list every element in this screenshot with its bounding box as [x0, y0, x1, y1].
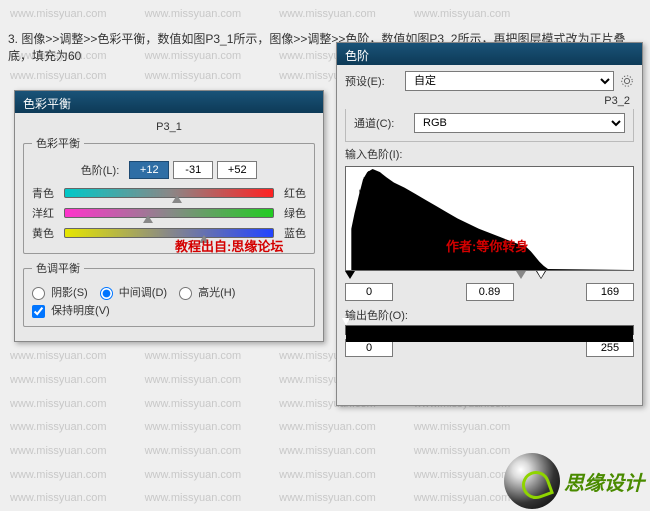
preset-select[interactable]: 自定 [405, 71, 614, 91]
site-logo: 思缘设计 [504, 453, 644, 509]
color-level-2[interactable] [173, 161, 213, 179]
color-level-3[interactable] [217, 161, 257, 179]
label-magenta: 洋红 [32, 205, 60, 221]
slider-magenta-green[interactable] [64, 208, 274, 218]
output-levels-label: 输出色阶(O): [345, 307, 634, 323]
slider-cyan-red[interactable] [64, 188, 274, 198]
titlebar-color-balance[interactable]: 色彩平衡 [15, 91, 323, 113]
channel-label: 通道(C): [354, 115, 408, 131]
channel-select[interactable]: RGB [414, 113, 625, 133]
color-level-1[interactable] [129, 161, 169, 179]
radio-shadows[interactable]: 阴影(S) [32, 284, 88, 300]
label-red: 红色 [278, 185, 306, 201]
dialog-color-balance: 色彩平衡 P3_1 色彩平衡 色阶(L): 青色 红色 洋红 绿色 黄色 [14, 90, 324, 342]
preset-menu-icon[interactable] [620, 74, 634, 88]
preset-label: 预设(E): [345, 73, 399, 89]
titlebar-levels[interactable]: 色阶 [337, 43, 642, 65]
group-tone-balance: 色调平衡 阴影(S) 中间调(D) 高光(H) 保持明度(V) [23, 260, 315, 327]
checkbox-preserve-luminosity[interactable]: 保持明度(V) [32, 305, 110, 317]
input-gamma[interactable] [466, 283, 514, 301]
label-cyan: 青色 [32, 185, 60, 201]
output-levels-ramp[interactable] [345, 325, 634, 335]
logo-text: 思缘设计 [564, 467, 644, 496]
credit-author: 作者:等你转身 [446, 236, 528, 255]
input-white-point[interactable] [586, 283, 634, 301]
figure-label-p31: P3_1 [23, 121, 315, 133]
color-level-label: 色阶(L): [81, 162, 120, 178]
credit-source: 教程出自:思缘论坛 [175, 236, 283, 255]
logo-ball-icon [504, 453, 560, 509]
radio-midtones[interactable]: 中间调(D) [100, 284, 167, 300]
input-black-point[interactable] [345, 283, 393, 301]
group-tone-balance-label: 色调平衡 [32, 260, 84, 276]
histogram [345, 166, 634, 271]
input-levels-ramp[interactable] [345, 273, 634, 279]
input-levels-label: 输入色阶(I): [345, 146, 634, 162]
figure-label-p32: P3_2 [337, 95, 630, 107]
label-yellow: 黄色 [32, 225, 60, 241]
label-green: 绿色 [278, 205, 306, 221]
group-color-balance-label: 色彩平衡 [32, 135, 84, 151]
dialog-levels: 色阶 预设(E): 自定 P3_2 通道(C): RGB 输入色阶(I): [336, 42, 643, 406]
radio-highlights[interactable]: 高光(H) [179, 284, 235, 300]
